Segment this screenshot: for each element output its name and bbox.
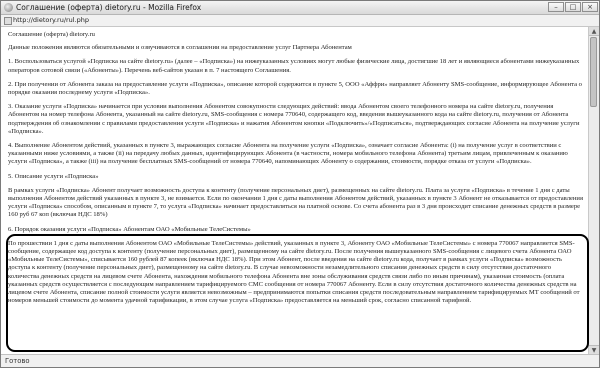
status-bar: Готово [1,354,599,367]
browser-window: Соглашение (оферта) dietory.ru - Mozilla… [0,0,600,368]
status-text: Готово [5,357,30,365]
document-title: Соглашение (оферта) dietory.ru [8,31,95,38]
scrollbar-thumb[interactable] [590,37,597,107]
title-bar: Соглашение (оферта) dietory.ru - Mozilla… [1,1,599,15]
scroll-down-icon[interactable]: ▼ [589,345,599,354]
paragraph-4: 4. Выполнение Абонентом действий, указан… [8,142,568,166]
section-5-text: В рамках услуги «Подписка» Абонент получ… [8,186,583,219]
intro-paragraph: Данные положения являются обязательными … [8,44,352,52]
scroll-up-icon[interactable]: ▲ [589,27,599,36]
vertical-scrollbar[interactable]: ▲ ▼ [588,27,599,354]
firefox-icon [4,3,13,12]
paragraph-1: 1. Воспользоваться услугой «Подписка на … [8,58,580,74]
agreement-document: Соглашение (оферта) dietory.ru Данные по… [8,31,583,305]
page-content: Соглашение (оферта) dietory.ru Данные по… [1,27,589,354]
paragraph-3: 3. Оказание услуги «Подписка» начинается… [8,103,580,135]
window-title: Соглашение (оферта) dietory.ru - Mozilla… [16,3,202,12]
section-6-heading: 6. Порядок оказания услуги «Подписка» Аб… [8,225,251,233]
paragraph-2: 2. При получении от Абонента заказа на п… [8,80,582,97]
section-5-heading: 5. Описание услуги «Подписка» [8,172,99,180]
address-bar [1,15,599,27]
minimize-button[interactable]: – [548,2,564,12]
section-6-text: По прошествии 1 дня с даты выполнения Аб… [8,239,580,305]
page-icon [4,17,12,25]
url-input[interactable] [13,16,573,25]
close-button[interactable]: × [582,2,598,12]
maximize-button[interactable]: □ [565,2,581,12]
